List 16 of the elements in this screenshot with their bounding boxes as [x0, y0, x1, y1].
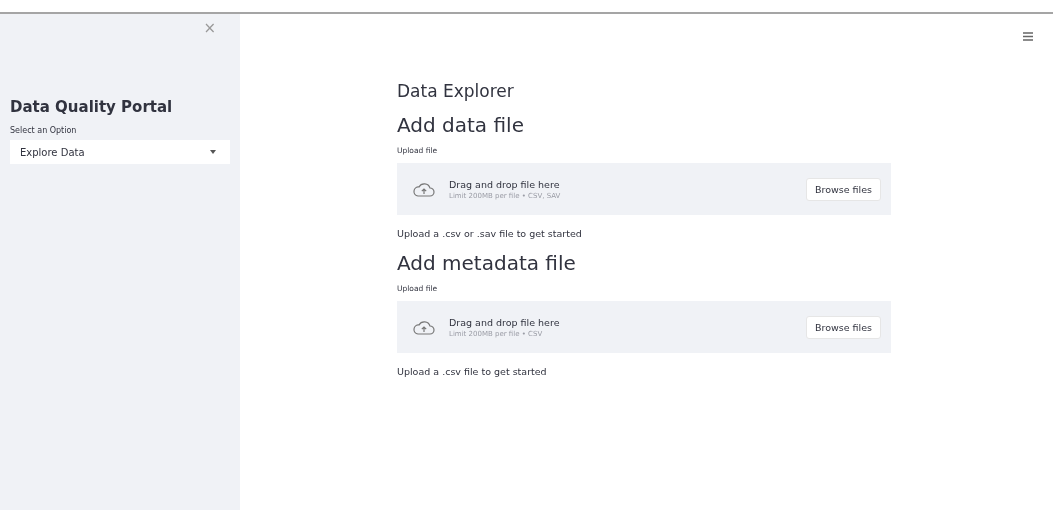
- dropzone-prompt: Drag and drop file here: [449, 178, 561, 190]
- cloud-upload-icon: [413, 319, 435, 335]
- caret-icon: [210, 150, 216, 154]
- option-select[interactable]: Explore Data: [10, 140, 230, 164]
- section-heading: Add data file: [397, 113, 525, 137]
- select-label: Select an Option: [10, 126, 78, 135]
- sidebar-title: Data Quality Portal: [10, 98, 174, 116]
- browse-files-button[interactable]: Browse files: [805, 177, 881, 201]
- status-message: Upload a .csv file to get started: [397, 366, 548, 377]
- section-heading: Add metadata file: [397, 251, 577, 275]
- page-title: Data Explorer: [397, 81, 515, 101]
- browse-files-button[interactable]: Browse files: [805, 315, 881, 339]
- menu-icon[interactable]: [1023, 32, 1033, 41]
- status-message: Upload a .csv or .sav file to get started: [397, 228, 583, 239]
- cloud-upload-icon: [413, 181, 435, 197]
- dropzone-prompt: Drag and drop file here: [449, 316, 561, 328]
